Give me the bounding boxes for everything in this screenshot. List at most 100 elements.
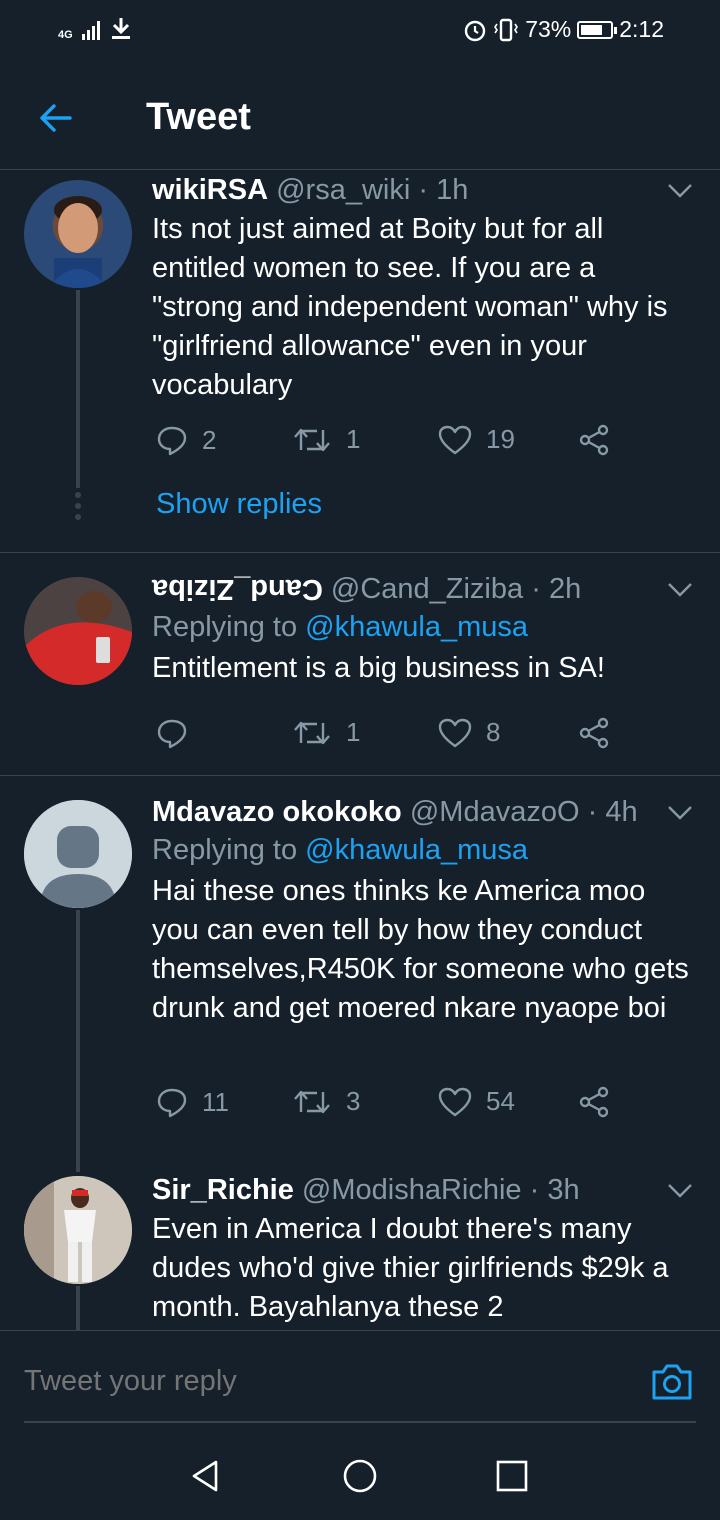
replying-to-label: Replying to — [152, 611, 298, 643]
tweet-item[interactable]: Cand_Ziziba @Cand_Ziziba · 2h Replying t… — [0, 553, 720, 775]
retweet-icon — [294, 1090, 330, 1113]
page-title: Tweet — [146, 96, 251, 138]
chevron-down-icon[interactable] — [666, 1182, 694, 1200]
avatar-image — [48, 196, 108, 288]
nav-recents-icon[interactable] — [494, 1458, 530, 1494]
tweet-content: Mdavazo okokoko @MdavazoO · 4h Replying … — [152, 794, 692, 1028]
retweet-icon — [294, 721, 330, 744]
status-right: 73% 2:12 — [463, 16, 664, 43]
avatar-image — [24, 1176, 132, 1284]
tweet-item[interactable]: Mdavazo okokoko @MdavazoO · 4h Replying … — [0, 776, 720, 1172]
reply-button[interactable]: 2 — [156, 424, 216, 456]
user-handle[interactable]: @Cand_Ziziba — [331, 573, 523, 605]
retweet-count: 1 — [346, 717, 361, 747]
tweet-timeline[interactable]: wikiRSA @rsa_wiki · 1h Its not just aime… — [0, 170, 720, 1330]
alarm-icon — [464, 20, 486, 41]
tweet-content: Sir_Richie @ModishaRichie · 3h Even in A… — [152, 1172, 692, 1327]
user-handle[interactable]: @rsa_wiki — [276, 174, 410, 206]
replying-to: Replying to @khawula_musa — [152, 830, 692, 870]
separator: · — [418, 174, 429, 206]
tweet-time: 1h — [436, 174, 469, 206]
reply-underline — [24, 1421, 696, 1423]
retweet-button[interactable]: 1 — [292, 717, 360, 748]
display-name[interactable]: Sir_Richie — [152, 1174, 294, 1206]
like-button[interactable]: 54 — [438, 1086, 515, 1117]
network-type: 4G — [58, 29, 73, 41]
share-icon — [579, 717, 609, 749]
status-bar: 4G 73% 2:12 — [0, 0, 720, 60]
user-handle[interactable]: @MdavazoO — [410, 796, 580, 828]
heart-icon — [438, 1087, 472, 1116]
battery-fill — [581, 24, 602, 35]
separator: · — [531, 573, 541, 605]
retweet-button[interactable]: 3 — [292, 1086, 360, 1117]
camera-icon[interactable] — [650, 1361, 694, 1403]
clock: 2:12 — [619, 16, 664, 42]
thread-line — [76, 910, 80, 1172]
thread-line — [76, 1286, 80, 1330]
battery-percent: 73% — [525, 16, 572, 42]
share-button[interactable] — [578, 1086, 610, 1118]
mention-link[interactable]: @khawula_musa — [305, 834, 528, 866]
display-name[interactable]: Mdavazo okokoko — [152, 796, 402, 828]
reply-count: 2 — [202, 424, 217, 455]
retweet-count: 3 — [346, 1086, 361, 1116]
separator: · — [587, 796, 598, 828]
tweet-actions: 11 3 54 — [152, 1086, 632, 1126]
like-count: 19 — [486, 424, 515, 454]
heart-icon — [438, 425, 472, 454]
show-replies-link[interactable]: Show replies — [156, 488, 322, 521]
avatar[interactable] — [24, 577, 132, 685]
tweet-content: Cand_Ziziba @Cand_Ziziba · 2h Replying t… — [152, 571, 692, 688]
share-button[interactable] — [578, 717, 610, 749]
reply-input[interactable] — [24, 1365, 584, 1398]
chevron-down-icon[interactable] — [666, 581, 694, 599]
tweet-actions: 2 1 19 — [152, 424, 632, 464]
reply-icon — [157, 1088, 187, 1118]
thread-line — [76, 290, 80, 488]
like-button[interactable]: 19 — [438, 424, 515, 455]
thread-more-dots — [74, 492, 82, 525]
nav-home-icon[interactable] — [342, 1458, 378, 1494]
reply-icon — [157, 719, 187, 749]
reply-button[interactable]: 11 — [156, 1086, 229, 1118]
avatar[interactable] — [24, 1176, 132, 1284]
nav-back-icon[interactable] — [188, 1458, 224, 1494]
avatar[interactable] — [24, 800, 132, 908]
back-button[interactable] — [36, 98, 76, 138]
retweet-button[interactable]: 1 — [292, 424, 360, 455]
back-arrow-icon — [40, 104, 72, 132]
like-button[interactable]: 8 — [438, 717, 500, 748]
vibrate-icon — [494, 18, 519, 41]
avatar[interactable] — [24, 180, 132, 288]
separator: · — [529, 1174, 540, 1206]
share-icon — [579, 424, 609, 456]
chevron-down-icon[interactable] — [666, 182, 694, 200]
tweet-time: 2h — [548, 573, 582, 605]
display-name[interactable]: Cand_Ziziba — [152, 571, 323, 607]
battery-icon — [577, 20, 618, 39]
share-icon — [579, 1086, 609, 1118]
tweet-actions: 1 8 — [152, 717, 632, 757]
tweet-header: wikiRSA @rsa_wiki · 1h — [152, 172, 692, 208]
tweet-header: Sir_Richie @ModishaRichie · 3h — [152, 1172, 692, 1208]
mention-link[interactable]: @khawula_musa — [305, 611, 528, 643]
tweet-item[interactable]: Sir_Richie @ModishaRichie · 3h Even in A… — [0, 1172, 720, 1330]
reply-icon — [157, 426, 187, 456]
user-handle[interactable]: @ModishaRichie — [302, 1174, 522, 1206]
chevron-down-icon[interactable] — [666, 804, 694, 822]
tweet-header: Cand_Ziziba @Cand_Ziziba · 2h — [152, 571, 692, 607]
display-name[interactable]: wikiRSA — [152, 174, 268, 206]
like-count: 8 — [486, 717, 501, 747]
heart-icon — [438, 718, 472, 747]
replying-to-label: Replying to — [152, 834, 298, 866]
share-button[interactable] — [578, 424, 610, 456]
tweet-content: wikiRSA @rsa_wiki · 1h Its not just aime… — [152, 172, 692, 405]
like-count: 54 — [486, 1086, 515, 1116]
tweet-item[interactable]: wikiRSA @rsa_wiki · 1h Its not just aime… — [0, 170, 720, 552]
tweet-header: Mdavazo okokoko @MdavazoO · 4h — [152, 794, 692, 830]
reply-button[interactable] — [156, 717, 202, 749]
reply-composer — [0, 1330, 720, 1430]
status-left: 4G — [58, 16, 132, 41]
tweet-text: Even in America I doubt there's many dud… — [152, 1213, 669, 1323]
